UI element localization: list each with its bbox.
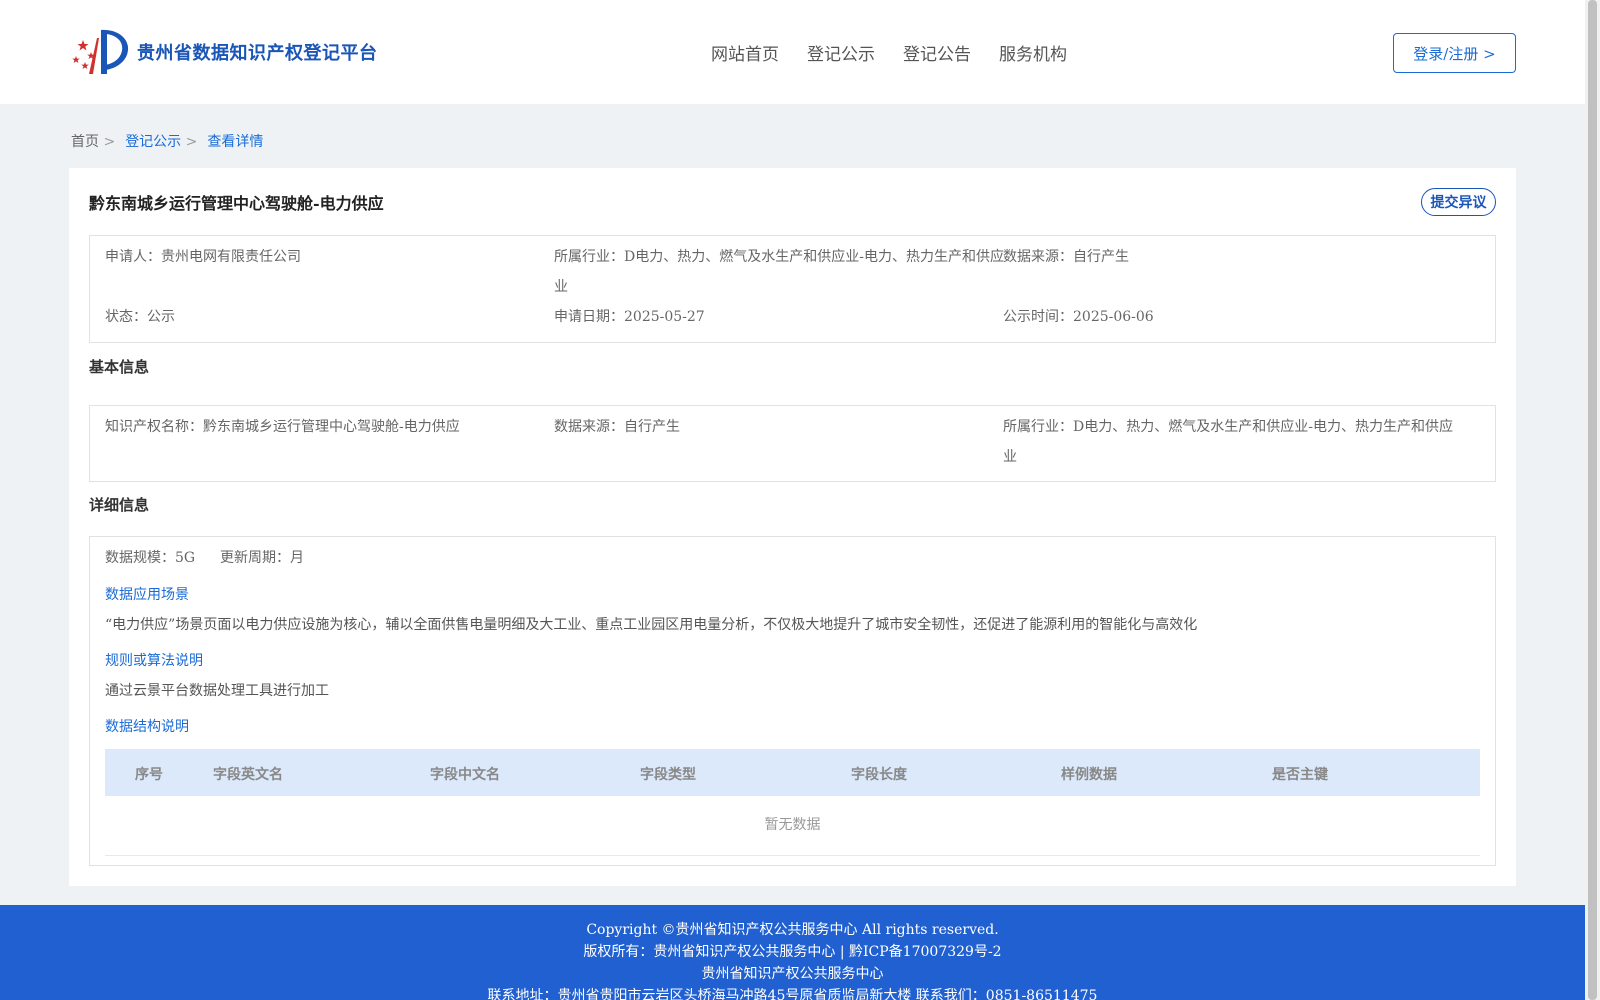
submit-objection-button[interactable]: 提交异议 [1421,188,1496,216]
source-value: 自行产生 [1073,249,1129,265]
breadcrumb-home-label: 首页 [71,134,99,150]
publish-time-field: 公示时间：2025-06-06 [1003,302,1154,332]
basic-industry-field: 所属行业：D电力、热力、燃气及水生产和供应业-电力、热力生产和供应业 [1003,412,1463,472]
nav-item-registration-publicity[interactable]: 登记公示 [807,40,875,65]
scale-value: 5G [175,550,196,566]
scenario-title: 数据应用场景 [105,587,189,603]
nav-item-registration-announcement[interactable]: 登记公告 [903,40,971,65]
column-header-english-name: 字段英文名 [213,767,283,783]
detail-info-title: 详细信息 [89,496,150,514]
industry-field: 所属行业：D电力、热力、燃气及水生产和供应业-电力、热力生产和供应业 [554,242,1006,302]
breadcrumb-current: 查看详情 [207,134,264,150]
column-header-sample: 样例数据 [1061,767,1117,783]
basic-source-value: 自行产生 [624,419,680,435]
summary-box: 申请人：贵州电网有限责任公司 所属行业：D电力、热力、燃气及水生产和供应业-电力… [89,235,1496,343]
scale-label: 数据规模： [105,550,175,566]
breadcrumb-separator: > [185,134,198,150]
footer-address: 联系地址：贵州省贵阳市云岩区头桥海马冲路45号原省质监局新大楼 联系我们：085… [487,988,1098,1000]
nav-item-home[interactable]: 网站首页 [711,40,779,65]
basic-industry-label: 所属行业： [1003,419,1073,435]
breadcrumb-home[interactable]: 首页 > [71,131,119,151]
page-scrollbar[interactable] [1585,0,1600,1000]
scenario-text: “电力供应”场景页面以电力供应设施为核心，辅以全面供售电量明细及大工业、重点工业… [105,617,1198,633]
column-header-index: 序号 [135,767,163,783]
site-footer: Copyright ©贵州省知识产权公共服务中心 All rights rese… [0,905,1585,1000]
column-header-primary-key: 是否主键 [1272,767,1328,783]
page-title: 黔东南城乡运行管理中心驾驶舱-电力供应 [89,194,384,213]
column-header-length: 字段长度 [851,767,907,783]
footer-owner: 版权所有：贵州省知识产权公共服务中心 | 黔ICP备17007329号-2 [583,944,1002,960]
publish-time-label: 公示时间： [1003,309,1073,325]
breadcrumb-publicity-label: 登记公示 [125,134,182,150]
rule-text: 通过云景平台数据处理工具进行加工 [105,683,329,699]
applicant-value: 贵州电网有限责任公司 [161,249,301,265]
breadcrumb-publicity[interactable]: 登记公示 > [125,131,201,151]
footer-copyright: Copyright ©贵州省知识产权公共服务中心 All rights rese… [586,922,999,938]
ip-name-value: 黔东南城乡运行管理中心驾驶舱-电力供应 [203,419,460,435]
table-empty-state: 暂无数据 [105,796,1480,856]
cycle-label: 更新周期： [220,550,290,566]
apply-date-label: 申请日期： [554,309,624,325]
structure-title: 数据结构说明 [105,719,189,735]
site-title: 贵州省数据知识产权登记平台 [137,43,378,64]
apply-date-value: 2025-05-27 [624,309,705,325]
structure-table-header: 序号 字段英文名 字段中文名 字段类型 字段长度 样例数据 是否主键 [105,749,1480,796]
source-field: 数据来源：自行产生 [1003,242,1129,272]
site-logo[interactable]: 贵州省数据知识产权登记平台 [71,26,378,78]
ip-name-label: 知识产权名称： [105,419,203,435]
scale-cycle-row: 数据规模：5G 更新周期：月 [105,543,304,573]
site-header: 贵州省数据知识产权登记平台 网站首页 登记公示 登记公告 服务机构 登录/注册 … [0,0,1585,104]
cycle-value: 月 [290,550,304,566]
nav-item-service-agencies[interactable]: 服务机构 [999,40,1067,65]
apply-date-field: 申请日期：2025-05-27 [554,302,705,332]
ip-name-field: 知识产权名称：黔东南城乡运行管理中心驾驶舱-电力供应 [105,412,460,442]
column-header-type: 字段类型 [640,767,696,783]
rule-title: 规则或算法说明 [105,653,203,669]
login-register-button[interactable]: 登录/注册 > [1393,33,1516,73]
basic-source-label: 数据来源： [554,419,624,435]
industry-label: 所属行业： [554,249,624,265]
footer-org: 贵州省知识产权公共服务中心 [701,966,884,982]
applicant-label: 申请人： [105,249,161,265]
status-value: 公示 [147,309,175,325]
status-label: 状态： [105,309,147,325]
main-nav: 网站首页 登记公示 登记公告 服务机构 [711,40,1067,65]
status-field: 状态：公示 [105,302,175,332]
column-header-chinese-name: 字段中文名 [430,767,500,783]
basic-source-field: 数据来源：自行产生 [554,412,680,442]
scrollbar-thumb[interactable] [1588,0,1597,1000]
detail-info-box: 数据规模：5G 更新周期：月 数据应用场景 “电力供应”场景页面以电力供应设施为… [89,536,1496,866]
basic-info-box: 知识产权名称：黔东南城乡运行管理中心驾驶舱-电力供应 数据来源：自行产生 所属行… [89,405,1496,482]
breadcrumb-separator: > [103,134,116,150]
source-label: 数据来源： [1003,249,1073,265]
detail-card: 黔东南城乡运行管理中心驾驶舱-电力供应 提交异议 申请人：贵州电网有限责任公司 … [69,168,1516,886]
publish-time-value: 2025-06-06 [1073,309,1154,325]
breadcrumb: 首页 > 登记公示 > 查看详情 [71,131,263,151]
applicant-field: 申请人：贵州电网有限责任公司 [105,242,301,272]
basic-info-title: 基本信息 [89,358,150,376]
logo-emblem-icon [71,26,129,78]
